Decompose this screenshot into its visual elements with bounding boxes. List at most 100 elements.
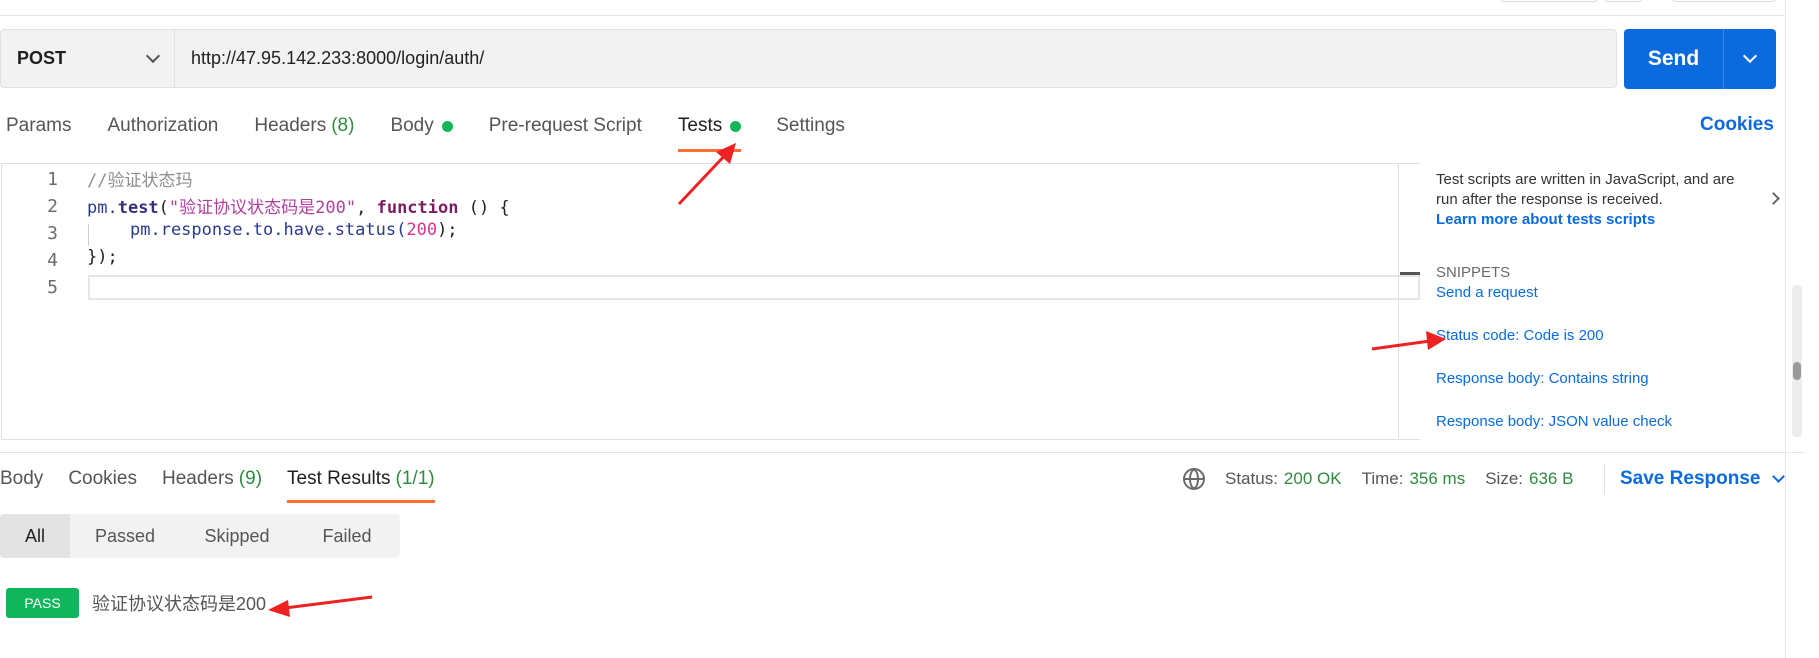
send-button[interactable]: Send [1624,29,1724,89]
tab-label: Tests [677,115,723,136]
line-number: 3 [47,223,58,244]
snippet-status-code[interactable]: Status code: Code is 200 [1436,327,1604,344]
method-select[interactable]: POST [1,30,175,87]
code-keyword: function [376,198,459,218]
line-gutter: 1 2 3 4 5 [2,164,72,439]
line-number: 2 [47,196,58,217]
learn-more-link[interactable]: Learn more about tests scripts [1436,211,1776,228]
response-status-bar: Status: 200 OK Time: 356 ms Size: 636 B [1183,465,1573,493]
toolbar-ghost-button [1672,0,1776,2]
chevron-down-icon [145,48,161,63]
tab-label: Params [6,115,72,136]
test-result-row: PASS 验证协议状态码是200 [6,588,266,618]
test-result-name: 验证协议状态码是200 [92,594,267,614]
filter-skipped[interactable]: Skipped [180,514,294,558]
size-value[interactable]: 636 B [1529,469,1573,489]
window-edge [1785,0,1786,658]
code-token: }); [87,247,118,267]
send-options-button[interactable] [1724,29,1776,89]
toolbar-ghost-button [1500,0,1598,2]
snippet-json-value-check[interactable]: Response body: JSON value check [1436,413,1672,430]
snippet-send-request[interactable]: Send a request [1436,284,1538,301]
tab-label: Cookies [68,468,137,489]
tab-count: (9) [238,468,263,489]
test-results-filter: All Passed Skipped Failed [0,514,400,558]
code-line: //验证状态玛 [87,166,192,191]
globe-icon[interactable] [1183,468,1205,490]
tab-label: Headers [161,468,234,489]
active-line-highlight [88,275,1420,300]
code-comment: //验证状态玛 [87,171,193,191]
pass-badge: PASS [6,588,79,618]
indent-guide [88,224,89,246]
tab-body[interactable]: Body [390,112,453,140]
method-label: POST [17,48,67,68]
response-tabs: Body Cookies Headers (9) Test Results (1… [0,465,435,503]
time-value[interactable]: 356 ms [1409,469,1465,489]
tab-response-body[interactable]: Body [0,465,43,493]
snippet-contains-string[interactable]: Response body: Contains string [1436,370,1649,387]
tab-headers[interactable]: Headers (8) [254,112,354,140]
code-token: test [117,198,159,218]
snippets-heading: SNIPPETS [1436,264,1511,281]
tab-response-headers[interactable]: Headers (9) [162,465,262,493]
snippets-scrollbar-thumb[interactable] [1793,362,1801,380]
line-number: 1 [47,169,58,190]
status-dot-icon [441,120,453,132]
pane-divider[interactable] [0,452,1805,453]
code-token: () { [458,198,510,218]
tests-description: Test scripts are written in JavaScript, … [1436,171,1735,208]
tab-label: Pre-request Script [488,115,642,136]
save-response-label: Save Response [1620,468,1761,489]
send-button-group: Send [1624,29,1776,89]
code-number: 200 [406,220,438,240]
code-token: , [356,198,377,218]
code-line: }); [87,247,118,267]
tab-count: (8) [331,115,355,136]
tab-response-cookies[interactable]: Cookies [68,465,137,493]
tests-help-panel: Test scripts are written in JavaScript, … [1436,170,1780,228]
line-number: 4 [47,250,58,271]
chevron-down-icon [1742,48,1758,64]
request-url-bar: POST [0,29,1617,88]
filter-all[interactable]: All [0,514,70,558]
status-dot-icon [730,120,742,132]
request-tabs: Params Authorization Headers (8) Body Pr… [0,112,845,152]
tab-params[interactable]: Params [6,112,71,140]
tab-label: Settings [776,115,845,136]
filter-failed[interactable]: Failed [294,514,400,558]
code-token: pm.response.to.have.status( [130,220,407,240]
tab-settings[interactable]: Settings [776,112,845,140]
separator [1604,464,1605,494]
tab-count: (1/1) [395,468,435,489]
top-strip [0,0,1784,16]
chevron-down-icon [1772,469,1786,483]
chevron-right-icon[interactable] [1767,192,1780,205]
tab-pre-request-script[interactable]: Pre-request Script [489,112,642,140]
tab-label: Body [0,468,44,489]
editor-scrollbar[interactable] [1398,163,1420,440]
filter-passed[interactable]: Passed [70,514,180,558]
url-input[interactable] [175,30,1616,87]
tab-test-results[interactable]: Test Results (1/1) [287,465,435,503]
tab-authorization[interactable]: Authorization [107,112,218,140]
code-string: "验证协议状态码是200" [168,198,357,218]
save-response-button[interactable]: Save Response [1620,465,1786,493]
line-number: 5 [47,277,58,298]
code-token: ( [158,198,169,218]
time-label: Time: [1361,469,1404,488]
code-line: pm.test("验证协议状态码是200", function () { [87,193,510,218]
tab-label: Headers [254,115,327,136]
snippets-scrollbar[interactable] [1792,285,1802,437]
code-token: pm. [87,198,118,218]
tab-label: Body [390,115,434,136]
status-label: Status: [1225,469,1278,488]
code-token: ); [437,220,458,240]
tab-tests[interactable]: Tests [677,112,742,152]
toolbar-ghost-button [1604,0,1642,2]
status-value[interactable]: 200 OK [1284,469,1342,489]
cookies-link[interactable]: Cookies [1700,114,1774,136]
tab-label: Authorization [107,115,219,136]
scrollbar-marker [1400,272,1420,275]
tab-label: Test Results [287,468,391,489]
